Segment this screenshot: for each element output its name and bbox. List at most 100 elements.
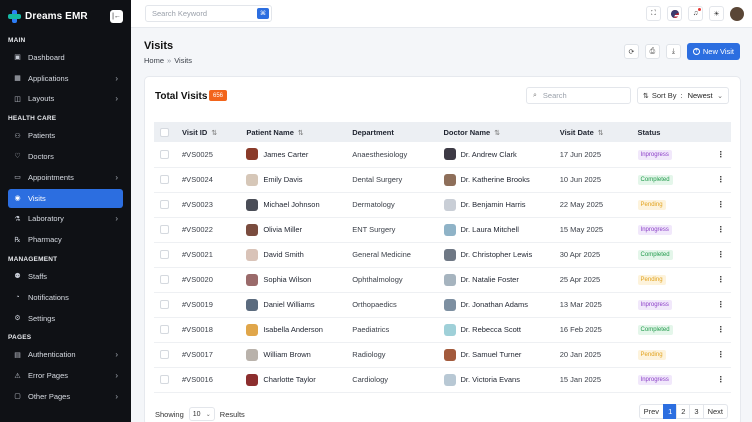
sidebar-item-laboratory[interactable]: ⚗ Laboratory ›: [8, 209, 123, 228]
more-vertical-icon[interactable]: ⋮: [717, 325, 725, 334]
header-doctor-name[interactable]: Doctor Name ⇅: [444, 122, 560, 142]
flag-us-icon[interactable]: [667, 6, 682, 21]
user-avatar[interactable]: [730, 6, 744, 21]
sidebar-item-authentication[interactable]: ▤ Authentication ›: [8, 345, 123, 364]
doctor[interactable]: Dr. Samuel Turner: [443, 348, 560, 361]
more-vertical-icon[interactable]: ⋮: [717, 375, 725, 384]
row-checkbox[interactable]: [160, 175, 169, 185]
global-search-input[interactable]: Search Keyword ⌘: [145, 5, 272, 22]
doctor[interactable]: Dr. Andrew Clark: [443, 148, 560, 161]
more-vertical-icon[interactable]: ⋮: [717, 175, 725, 184]
patient[interactable]: Sophia Wilson: [246, 273, 352, 286]
sidebar-item-other-pages[interactable]: ▢ Other Pages ›: [8, 387, 123, 406]
header-patient-name[interactable]: Patient Name ⇅: [246, 122, 352, 142]
sort-dropdown[interactable]: ⇅ Sort By : Newest ⌄: [637, 87, 729, 104]
sidebar-item-doctors[interactable]: ♡ Doctors: [8, 147, 123, 166]
sort-icon[interactable]: ⇅: [211, 130, 217, 137]
pagination-next[interactable]: Next: [702, 404, 728, 419]
sidebar-item-settings[interactable]: ⚙ Settings: [8, 309, 123, 328]
doctor[interactable]: Dr. Victoria Evans: [443, 373, 560, 386]
sort-icon[interactable]: ⇅: [598, 130, 604, 137]
doctor[interactable]: Dr. Laura Mitchell: [443, 223, 560, 236]
sidebar-item-patients[interactable]: ⚇ Patients: [8, 126, 123, 145]
visit-id[interactable]: #VS0017: [182, 342, 246, 367]
patient[interactable]: Emily Davis: [246, 173, 352, 186]
row-checkbox[interactable]: [160, 325, 169, 335]
header-visit-id[interactable]: Visit ID ⇅: [182, 122, 246, 142]
patient[interactable]: David Smith: [246, 248, 352, 261]
sidebar-item-staffs[interactable]: ⚉ Staffs: [8, 267, 123, 286]
sidebar-item-dashboard[interactable]: ▣ Dashboard: [8, 48, 123, 67]
header-visit-date[interactable]: Visit Date ⇅: [560, 122, 638, 142]
download-icon[interactable]: ⤓: [665, 44, 681, 59]
command-icon[interactable]: ⌘: [257, 8, 269, 19]
row-checkbox[interactable]: [160, 225, 169, 235]
sidebar-item-applications[interactable]: ▦ Applications ›: [8, 69, 123, 88]
pagination-2[interactable]: 2: [676, 404, 691, 419]
visit-id[interactable]: #VS0024: [182, 167, 246, 192]
select-all-checkbox[interactable]: [160, 127, 169, 137]
doctor[interactable]: Dr. Christopher Lewis: [443, 248, 560, 261]
pagination-prev[interactable]: Prev: [638, 404, 665, 419]
sidebar-item-visits[interactable]: ◉ Visits: [8, 188, 123, 208]
sort-icon[interactable]: ⇅: [494, 130, 500, 137]
doctor[interactable]: Dr. Benjamin Harris: [443, 198, 560, 211]
visit-id[interactable]: #VS0018: [182, 317, 246, 342]
sidebar-item-error-pages[interactable]: ⚠ Error Pages ›: [8, 366, 123, 385]
patient[interactable]: Olivia Miller: [246, 223, 352, 236]
visit-id[interactable]: #VS0022: [182, 217, 246, 242]
visit-id[interactable]: #VS0025: [182, 142, 246, 167]
row-checkbox[interactable]: [160, 200, 169, 210]
pagination-3[interactable]: 3: [689, 404, 704, 419]
patient[interactable]: Michael Johnson: [246, 198, 352, 211]
table-row[interactable]: #VS0018 Isabella Anderson Paediatrics Dr…: [154, 317, 731, 342]
table-row[interactable]: #VS0016 Charlotte Taylor Cardiology Dr. …: [154, 367, 731, 392]
patient[interactable]: Daniel Williams: [246, 298, 352, 311]
more-vertical-icon[interactable]: ⋮: [717, 150, 725, 159]
table-row[interactable]: #VS0022 Olivia Miller ENT Surgery Dr. La…: [154, 217, 731, 242]
sidebar-item-pharmacy[interactable]: ℞ Pharmacy: [8, 230, 123, 249]
doctor[interactable]: Dr. Rebecca Scott: [443, 323, 560, 336]
patient[interactable]: Charlotte Taylor: [246, 373, 352, 386]
breadcrumb-home[interactable]: Home: [144, 56, 164, 65]
table-search-input[interactable]: ⌕ Search: [526, 87, 631, 104]
visit-id[interactable]: #VS0023: [182, 192, 246, 217]
patient[interactable]: William Brown: [246, 348, 352, 361]
pagination-1[interactable]: 1: [663, 404, 678, 419]
more-vertical-icon[interactable]: ⋮: [717, 350, 725, 359]
row-checkbox[interactable]: [160, 250, 169, 260]
new-visit-button[interactable]: + New Visit: [686, 43, 740, 60]
table-row[interactable]: #VS0019 Daniel Williams Orthopaedics Dr.…: [154, 292, 731, 317]
fullscreen-icon[interactable]: ⛶: [646, 6, 661, 21]
patient[interactable]: Isabella Anderson: [246, 323, 352, 336]
row-checkbox[interactable]: [160, 350, 169, 360]
sun-icon[interactable]: ☀: [709, 6, 724, 21]
visit-id[interactable]: #VS0020: [182, 267, 246, 292]
print-icon[interactable]: ⎙: [644, 44, 660, 59]
sort-icon[interactable]: ⇅: [298, 130, 304, 137]
visit-id[interactable]: #VS0019: [182, 292, 246, 317]
table-row[interactable]: #VS0017 William Brown Radiology Dr. Samu…: [154, 342, 731, 367]
bell-icon[interactable]: ♫: [688, 6, 703, 21]
table-row[interactable]: #VS0020 Sophia Wilson Ophthalmology Dr. …: [154, 267, 731, 292]
doctor[interactable]: Dr. Natalie Foster: [443, 273, 560, 286]
doctor[interactable]: Dr. Jonathan Adams: [443, 298, 560, 311]
patient[interactable]: James Carter: [246, 148, 352, 161]
sidebar-item-notifications[interactable]: ◔ Notifications: [8, 288, 123, 307]
table-row[interactable]: #VS0025 James Carter Anaesthesiology Dr.…: [154, 142, 731, 167]
table-row[interactable]: #VS0021 David Smith General Medicine Dr.…: [154, 242, 731, 267]
row-checkbox[interactable]: [160, 275, 169, 285]
more-vertical-icon[interactable]: ⋮: [717, 275, 725, 284]
row-checkbox[interactable]: [160, 300, 169, 310]
table-row[interactable]: #VS0023 Michael Johnson Dermatology Dr. …: [154, 192, 731, 217]
row-checkbox[interactable]: [160, 150, 169, 159]
more-vertical-icon[interactable]: ⋮: [717, 300, 725, 309]
page-size-select[interactable]: 10 ⌄: [188, 407, 215, 421]
sidebar-item-layouts[interactable]: ◫ Layouts ›: [8, 89, 123, 108]
row-checkbox[interactable]: [160, 375, 169, 385]
visit-id[interactable]: #VS0016: [182, 367, 246, 392]
visit-id[interactable]: #VS0021: [182, 242, 246, 267]
more-vertical-icon[interactable]: ⋮: [717, 250, 725, 259]
doctor[interactable]: Dr. Katherine Brooks: [443, 173, 560, 186]
more-vertical-icon[interactable]: ⋮: [717, 200, 725, 209]
